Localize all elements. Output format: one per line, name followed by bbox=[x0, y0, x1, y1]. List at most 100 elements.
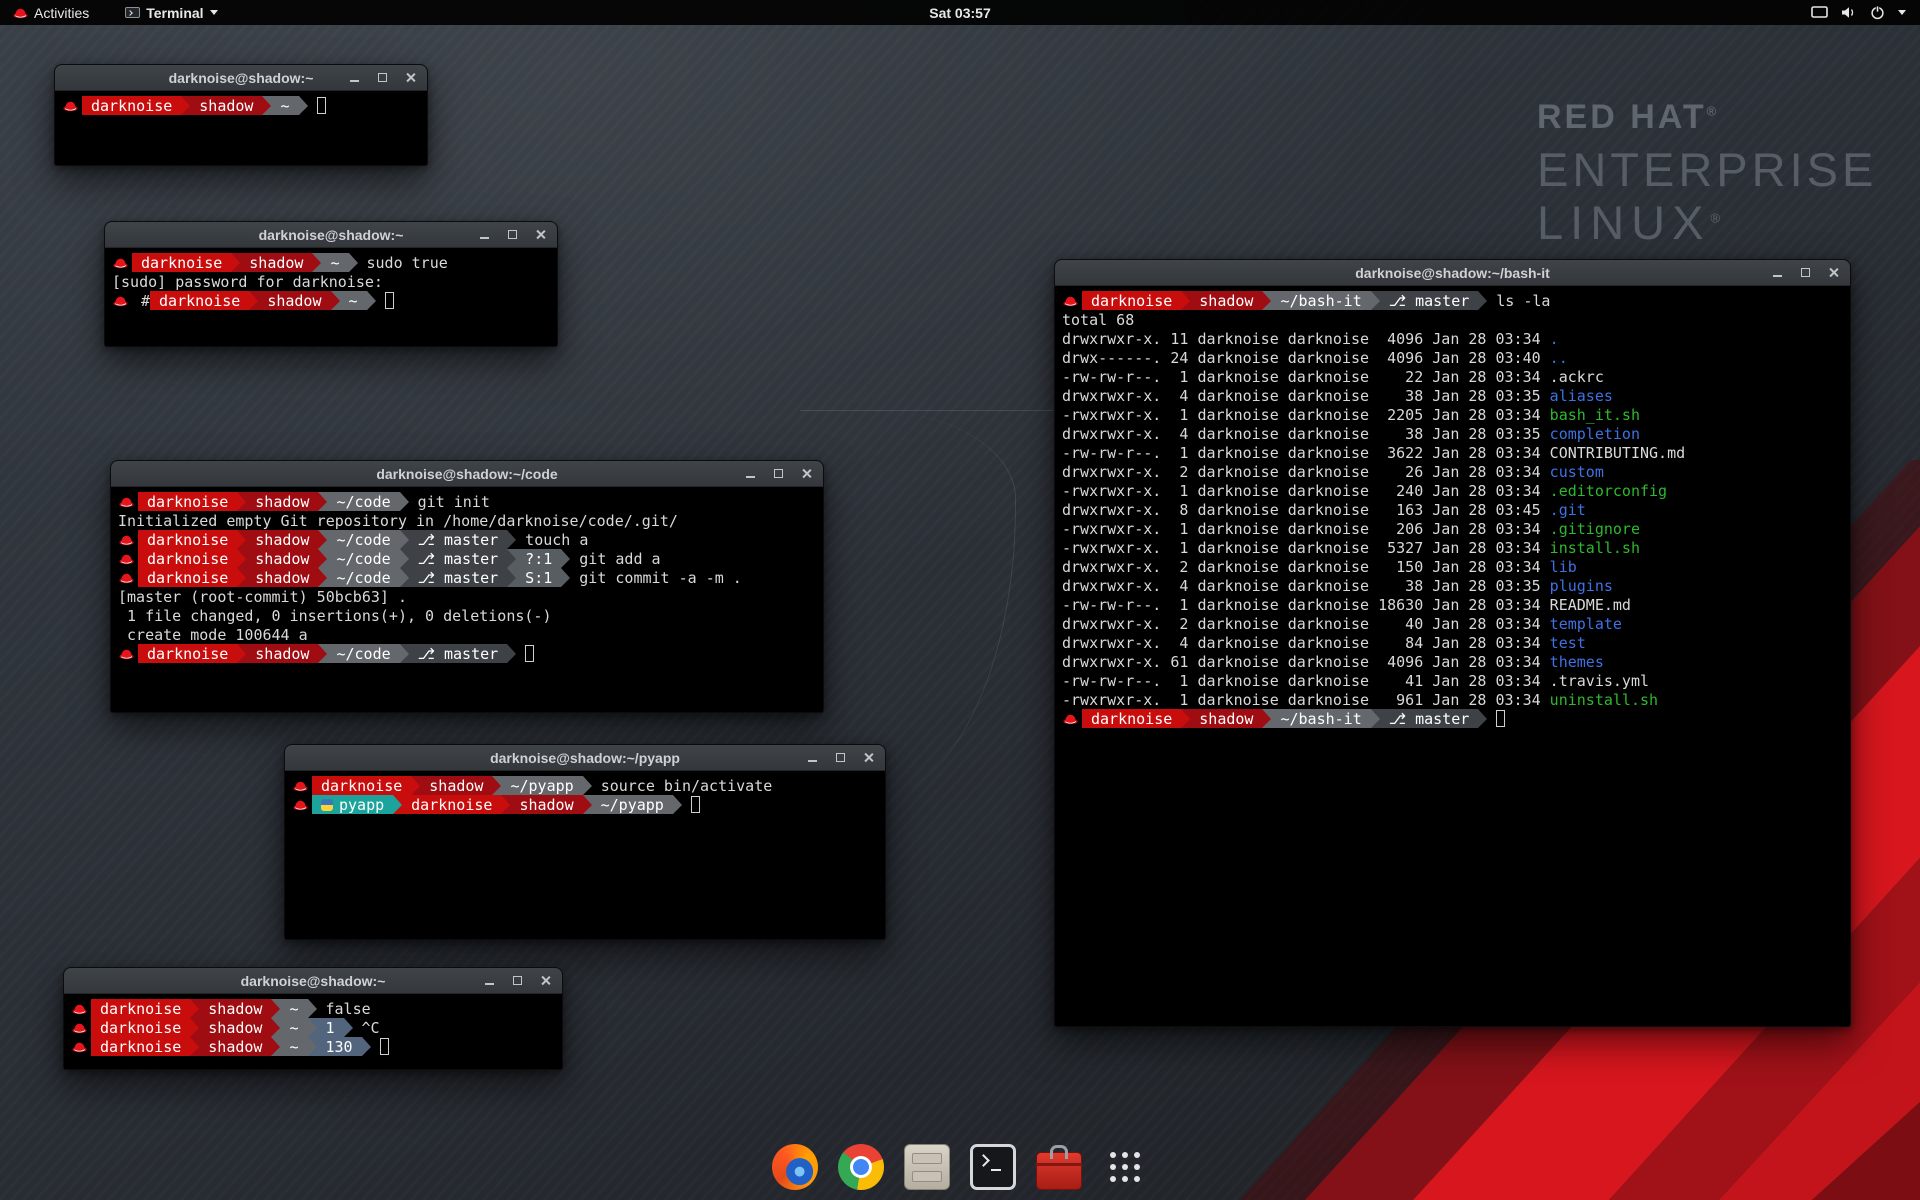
minimize-button[interactable] bbox=[743, 466, 758, 481]
dock-item-chrome[interactable] bbox=[838, 1144, 884, 1190]
prompt-segment-host: shadow bbox=[246, 568, 318, 587]
close-button[interactable] bbox=[1826, 265, 1841, 280]
maximize-button[interactable] bbox=[771, 466, 786, 481]
activities-label: Activities bbox=[34, 5, 89, 21]
prompt-segment-host: shadow bbox=[199, 1018, 271, 1037]
window-titlebar[interactable]: darknoise@shadow:~ bbox=[105, 222, 557, 248]
file-entry-name: bash_it.sh bbox=[1550, 406, 1640, 424]
command-text: source bin/activate bbox=[592, 777, 773, 795]
prompt-segment-venv: pyapp bbox=[312, 795, 393, 814]
prompt-segment-user: darknoise bbox=[1082, 709, 1181, 728]
window-titlebar[interactable]: darknoise@shadow:~ bbox=[64, 968, 562, 994]
maximize-icon bbox=[513, 976, 522, 985]
prompt-segment-git: ⎇ master bbox=[409, 549, 508, 568]
redhat-icon bbox=[119, 572, 134, 584]
window-titlebar[interactable]: darknoise@shadow:~ bbox=[55, 65, 427, 91]
file-entry-name: README.md bbox=[1550, 596, 1631, 614]
file-entry-meta: -rwxrwxr-x. 1 darknoise darknoise 2205 J… bbox=[1062, 406, 1550, 424]
prompt-segment-git: ⎇ master bbox=[1380, 291, 1479, 310]
maximize-button[interactable] bbox=[833, 750, 848, 765]
prompt-segment-user: darknoise bbox=[138, 568, 237, 587]
redhat-icon bbox=[72, 1041, 87, 1053]
prompt-segment-path: ~ bbox=[280, 999, 307, 1018]
terminal-output[interactable]: darknoiseshadow~ bbox=[55, 91, 427, 165]
file-entry-meta: -rwxrwxr-x. 1 darknoise darknoise 961 Ja… bbox=[1062, 691, 1550, 709]
prompt-segment-host: shadow bbox=[1190, 291, 1262, 310]
command-text: ls -la bbox=[1487, 292, 1550, 310]
firefox-icon bbox=[772, 1144, 818, 1190]
toolbox-icon bbox=[1036, 1152, 1082, 1190]
prompt-segment-path: ~/code bbox=[327, 492, 399, 511]
terminal-icon bbox=[125, 7, 140, 18]
prompt-segment-host: shadow bbox=[190, 96, 262, 115]
maximize-button[interactable] bbox=[505, 227, 520, 242]
output-text: Initialized empty Git repository in /hom… bbox=[118, 512, 678, 530]
dock-item-files[interactable] bbox=[904, 1144, 950, 1190]
prompt-segment-user: darknoise bbox=[91, 999, 190, 1018]
prompt-segment-gitstat: S:1 bbox=[516, 568, 561, 587]
file-entry-meta: drwxrwxr-x. 8 darknoise darknoise 163 Ja… bbox=[1062, 501, 1550, 519]
clock[interactable]: Sat 03:57 bbox=[929, 5, 990, 21]
terminal-window-home-small: darknoise@shadow:~ darknoiseshadow~ bbox=[54, 64, 428, 166]
maximize-icon bbox=[1801, 268, 1810, 277]
dock-item-terminal[interactable] bbox=[970, 1144, 1016, 1190]
terminal-window-sudo: darknoise@shadow:~ darknoiseshadow~sudo … bbox=[104, 221, 558, 347]
minimize-button[interactable] bbox=[1770, 265, 1785, 280]
file-entry-name: plugins bbox=[1550, 577, 1613, 595]
file-entry-name: themes bbox=[1550, 653, 1604, 671]
prompt-segment-host: shadow bbox=[246, 530, 318, 549]
rhel-wordmark: RED HAT® ENTERPRISE LINUX® bbox=[1537, 100, 1877, 246]
minimize-button[interactable] bbox=[347, 70, 362, 85]
display-icon bbox=[1811, 6, 1828, 19]
prompt-segment-user: darknoise bbox=[312, 776, 411, 795]
maximize-button[interactable] bbox=[510, 973, 525, 988]
command-text: ^C bbox=[353, 1019, 380, 1037]
window-title: darknoise@shadow:~/bash-it bbox=[1355, 265, 1550, 281]
close-button[interactable] bbox=[861, 750, 876, 765]
redhat-icon bbox=[293, 799, 308, 811]
system-status-area[interactable] bbox=[1811, 0, 1920, 25]
terminal-window-exitcodes: darknoise@shadow:~ darknoiseshadow~false… bbox=[63, 967, 563, 1070]
maximize-button[interactable] bbox=[1798, 265, 1813, 280]
terminal-output[interactable]: darknoiseshadow~/codegit initInitialized… bbox=[111, 487, 823, 712]
chrome-icon bbox=[838, 1144, 884, 1190]
prompt-segment-path: ~/pyapp bbox=[592, 795, 673, 814]
window-titlebar[interactable]: darknoise@shadow:~/pyapp bbox=[285, 745, 885, 771]
file-entry-name: uninstall.sh bbox=[1550, 691, 1658, 709]
app-menu-terminal[interactable]: Terminal bbox=[120, 0, 222, 25]
command-text: touch a bbox=[516, 531, 588, 549]
file-entry-name: lib bbox=[1550, 558, 1577, 576]
dock-item-firefox[interactable] bbox=[772, 1144, 818, 1190]
dock-item-app-grid[interactable] bbox=[1102, 1144, 1148, 1190]
close-button[interactable] bbox=[533, 227, 548, 242]
close-button[interactable] bbox=[799, 466, 814, 481]
redhat-icon bbox=[119, 496, 134, 508]
brand-line-3: LINUX® bbox=[1537, 199, 1877, 246]
redhat-icon bbox=[119, 648, 134, 660]
terminal-output[interactable]: darknoise shadow ~/pyappsource bin/activat… bbox=[285, 771, 885, 939]
dock-item-toolbox[interactable] bbox=[1036, 1144, 1082, 1190]
terminal-cursor bbox=[1496, 710, 1505, 727]
file-entry-name: .git bbox=[1550, 501, 1586, 519]
terminal-output[interactable]: darknoiseshadow~/bash-it⎇ masterls -lato… bbox=[1055, 286, 1850, 1026]
terminal-output[interactable]: darknoiseshadow~falsedarknoiseshadow~1^C… bbox=[64, 994, 562, 1069]
prompt-segment-host: shadow bbox=[420, 776, 492, 795]
maximize-button[interactable] bbox=[375, 70, 390, 85]
terminal-window-code: darknoise@shadow:~/code darknoise shadow ~… bbox=[110, 460, 824, 713]
wallpaper-arc-line bbox=[800, 410, 1055, 411]
close-button[interactable] bbox=[538, 973, 553, 988]
file-entry-meta: -rw-rw-r--. 1 darknoise darknoise 22 Jan… bbox=[1062, 368, 1550, 386]
redhat-icon bbox=[113, 257, 128, 269]
terminal-output[interactable]: darknoiseshadow~sudo true[sudo] password… bbox=[105, 248, 557, 346]
activities-button[interactable]: Activities bbox=[8, 0, 94, 25]
window-titlebar[interactable]: darknoise@shadow:~/bash-it bbox=[1055, 260, 1850, 286]
minimize-icon bbox=[1773, 275, 1782, 277]
window-title: darknoise@shadow:~ bbox=[241, 973, 386, 989]
prompt-segment-git: ⎇ master bbox=[409, 644, 508, 663]
close-button[interactable] bbox=[403, 70, 418, 85]
minimize-button[interactable] bbox=[477, 227, 492, 242]
minimize-button[interactable] bbox=[805, 750, 820, 765]
window-titlebar[interactable]: darknoise@shadow:~/code bbox=[111, 461, 823, 487]
minimize-button[interactable] bbox=[482, 973, 497, 988]
file-entry-meta: drwxrwxr-x. 61 darknoise darknoise 4096 … bbox=[1062, 653, 1550, 671]
